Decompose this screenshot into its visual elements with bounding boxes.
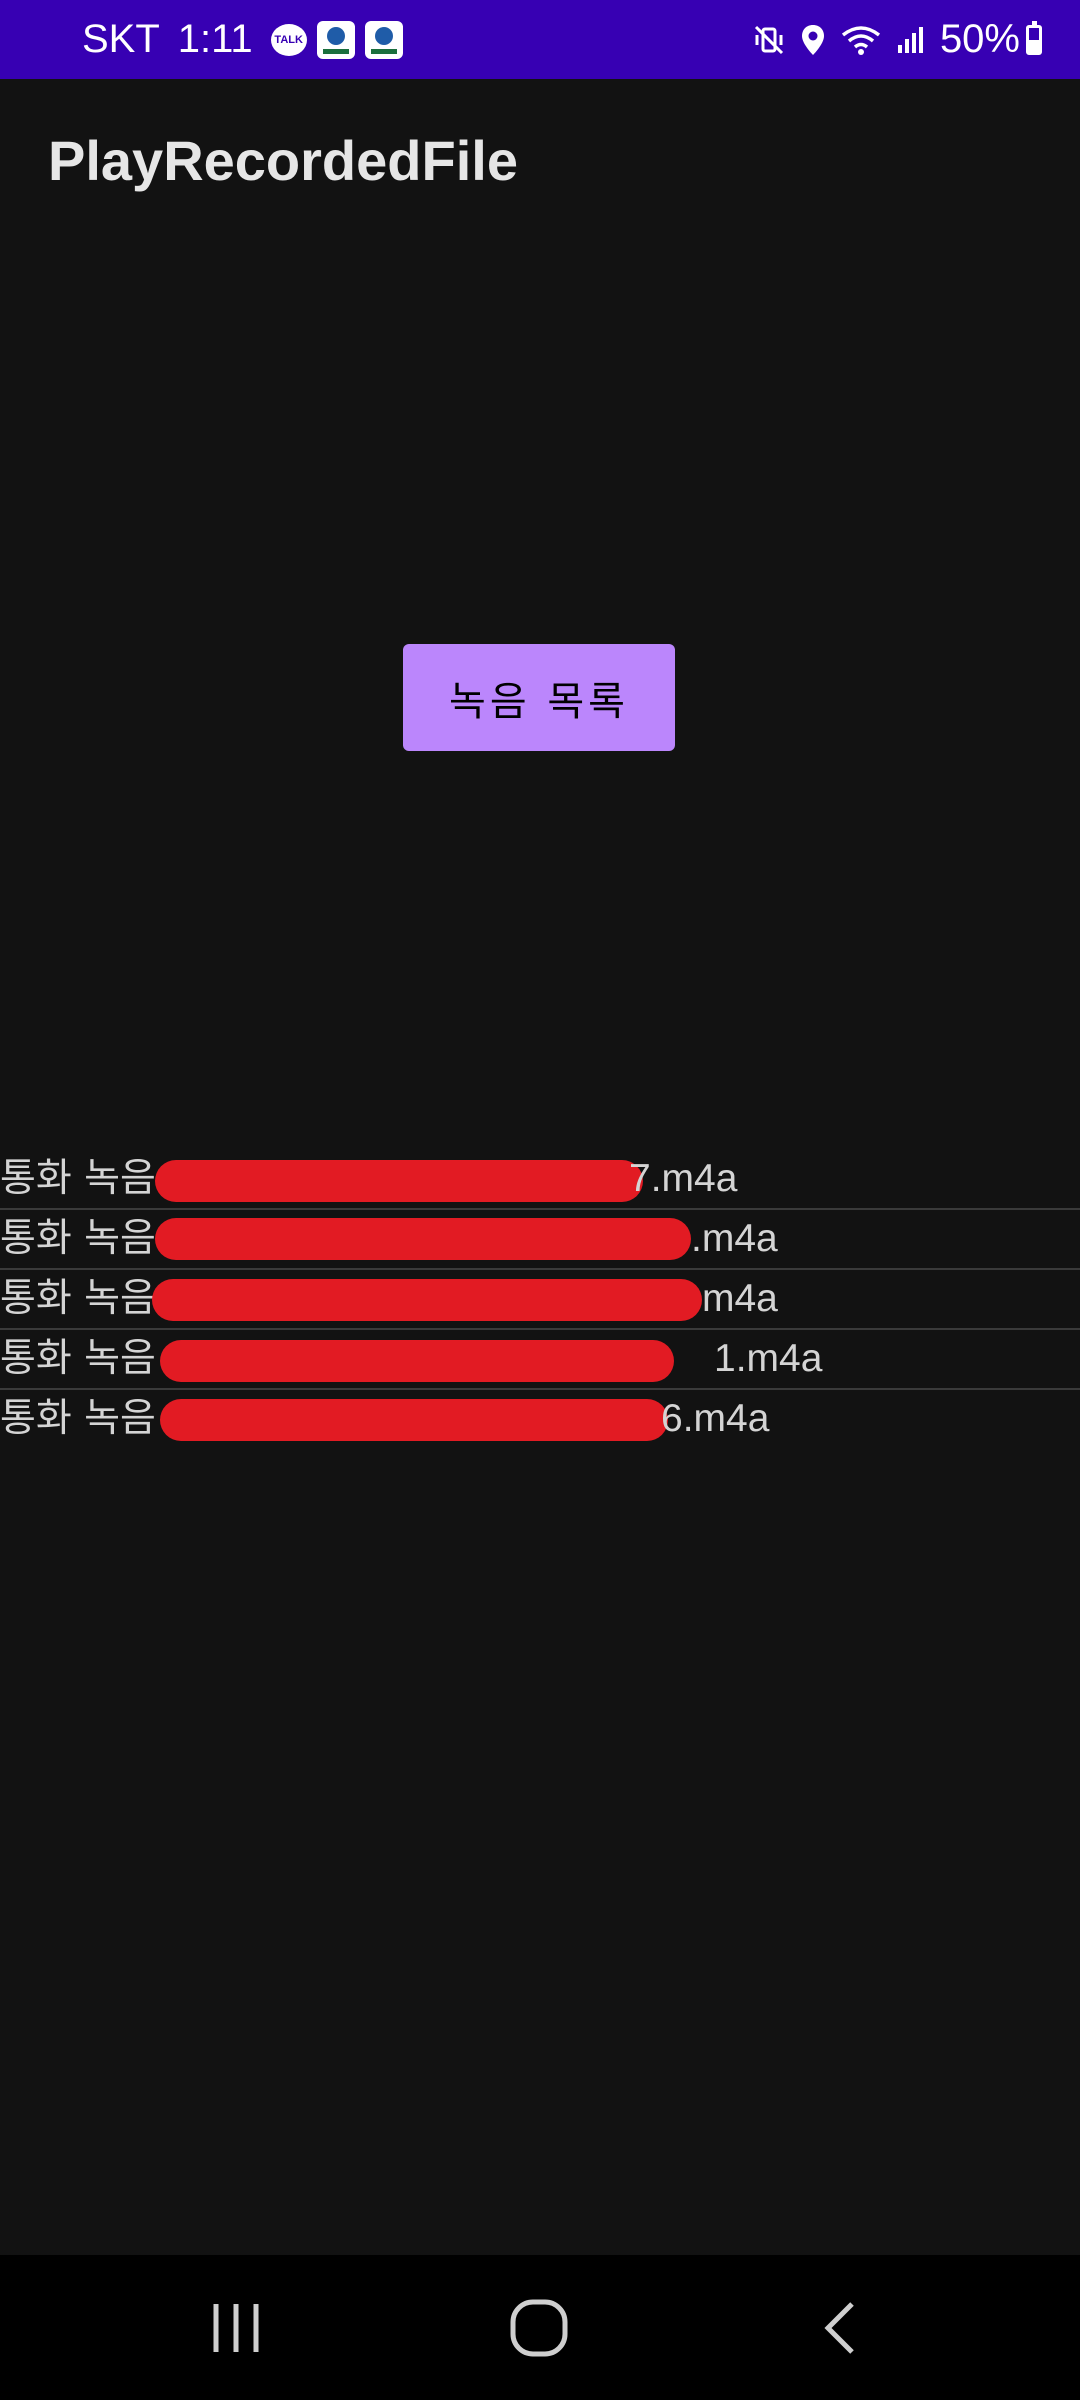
app-notification-icon (316, 20, 355, 59)
signal-icon (896, 25, 926, 55)
home-button[interactable] (464, 2255, 614, 2400)
redaction-mark (160, 1399, 668, 1441)
file-name-prefix: 통화 녹음 (0, 1156, 156, 1201)
file-name-suffix: 6.m4a (661, 1397, 770, 1440)
home-icon (510, 2299, 568, 2356)
file-list-item[interactable]: 통화 녹음 7.m4a (0, 1150, 1080, 1210)
status-bar: SKT 1:11 TALK 50% (0, 0, 1080, 79)
location-icon (800, 23, 826, 57)
file-name-prefix: 통화 녹음 (0, 1216, 156, 1261)
redaction-mark (160, 1340, 674, 1382)
battery-percent: 50% (939, 17, 1020, 61)
battery-charging-icon (1026, 20, 1042, 55)
recording-list-button[interactable]: 녹음 목록 (403, 644, 675, 751)
file-name-suffix: 7.m4a (629, 1157, 738, 1200)
file-name-prefix: 통화 녹음 (0, 1336, 156, 1381)
file-name-prefix: 통화 녹음 (0, 1276, 156, 1321)
clock: 1:11 (177, 17, 253, 61)
status-right: 50% (738, 0, 1042, 79)
talk-icon: TALK (270, 23, 307, 56)
file-list-item[interactable]: 통화 녹음 .m4a (0, 1210, 1080, 1270)
recent-apps-button[interactable] (161, 2255, 311, 2400)
recent-apps-icon (213, 2303, 259, 2352)
redaction-mark (152, 1279, 702, 1321)
redaction-mark (155, 1218, 691, 1260)
carrier-label: SKT (82, 17, 160, 61)
status-left: SKT 1:11 TALK (82, 0, 413, 79)
file-list-item[interactable]: 통화 녹음 1.m4a (0, 1330, 1080, 1390)
vibrate-mute-icon (752, 23, 786, 57)
file-name-prefix: 통화 녹음 (0, 1396, 156, 1441)
navigation-bar (0, 2255, 1080, 2400)
file-list-item[interactable]: 통화 녹음 6.m4a (0, 1390, 1080, 1450)
wifi-icon (840, 23, 882, 57)
file-name-suffix: 1.m4a (714, 1337, 823, 1380)
redaction-mark (155, 1160, 643, 1202)
app-notification-icon (364, 20, 403, 59)
file-name-suffix: .m4a (691, 1217, 778, 1260)
file-name-suffix: m4a (702, 1277, 778, 1320)
file-list-item[interactable]: 통화 녹음 m4a (0, 1270, 1080, 1330)
back-icon (824, 2301, 854, 2354)
recording-file-list: 통화 녹음 7.m4a 통화 녹음 .m4a 통화 녹음 m4a 통화 녹음 1… (0, 1150, 1080, 1450)
back-button[interactable] (766, 2255, 916, 2400)
app-title: PlayRecordedFile (48, 129, 518, 192)
